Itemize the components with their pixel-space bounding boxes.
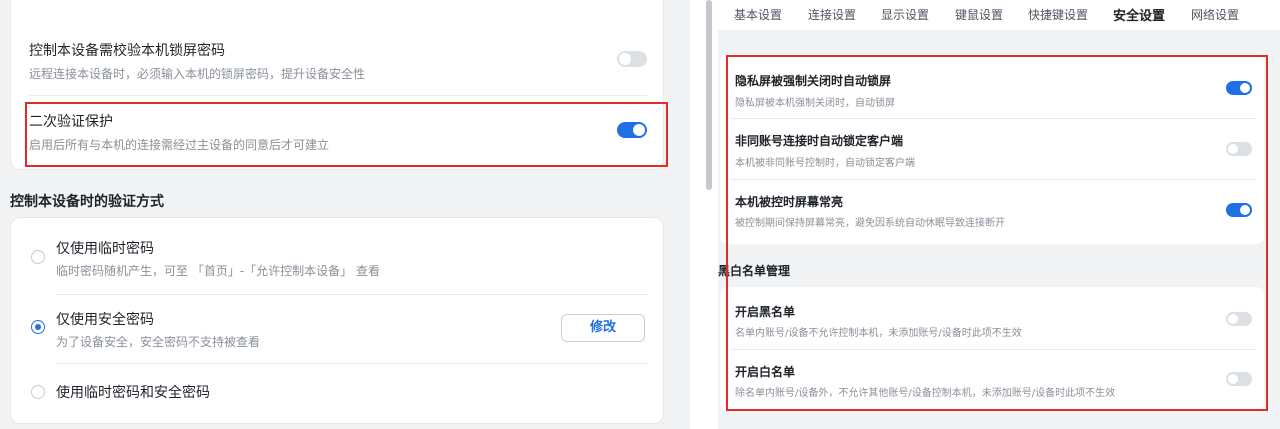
temp-password-radio[interactable]	[31, 250, 45, 264]
temp-password-desc: 临时密码随机产生，可至 「首页」-「允许控制本设备」 查看	[56, 264, 380, 278]
lockscreen-password-toggle[interactable]	[617, 51, 647, 67]
tab-display[interactable]: 显示设置	[881, 6, 929, 23]
verify-method-heading: 控制本设备时的验证方式	[10, 194, 164, 210]
row-divider	[56, 294, 648, 295]
tab-connection[interactable]: 连接设置	[808, 6, 856, 23]
security-password-radio[interactable]	[31, 320, 45, 334]
right-settings-pane: 基本设置 连接设置 显示设置 键鼠设置 快捷键设置 安全设置 网络设置 隐私屏被…	[718, 0, 1280, 429]
lockscreen-password-title: 控制本设备需校验本机锁屏密码	[29, 43, 225, 59]
tab-security[interactable]: 安全设置	[1113, 5, 1165, 24]
left-settings-pane: 控制本设备需校验本机锁屏密码 远程连接本设备时，必须输入本机的锁屏密码，提升设备…	[0, 0, 690, 429]
temp-password-title: 仅使用临时密码	[56, 241, 154, 257]
modify-security-password-button[interactable]: 修改	[561, 314, 645, 342]
security-password-desc: 为了设备安全，安全密码不支持被查看	[56, 335, 261, 349]
settings-tab-bar: 基本设置 连接设置 显示设置 键鼠设置 快捷键设置 安全设置 网络设置	[718, 0, 1280, 30]
tab-shortcuts[interactable]: 快捷键设置	[1028, 6, 1088, 23]
tab-basic[interactable]: 基本设置	[734, 6, 782, 23]
tab-keyboard-mouse[interactable]: 键鼠设置	[955, 6, 1003, 23]
highlight-box-security-settings	[726, 55, 1268, 411]
highlight-box-second-verification	[25, 102, 668, 167]
toggle-knob	[619, 53, 631, 65]
row-divider	[29, 95, 647, 96]
lockscreen-password-desc: 远程连接本设备时，必须输入本机的锁屏密码，提升设备安全性	[29, 67, 366, 81]
row-divider	[56, 363, 648, 364]
security-password-title: 仅使用安全密码	[56, 312, 154, 328]
left-pane-scrollbar[interactable]	[706, 0, 712, 190]
both-passwords-radio[interactable]	[31, 385, 45, 399]
tab-network[interactable]: 网络设置	[1191, 6, 1239, 23]
both-passwords-title: 使用临时密码和安全密码	[56, 385, 210, 401]
